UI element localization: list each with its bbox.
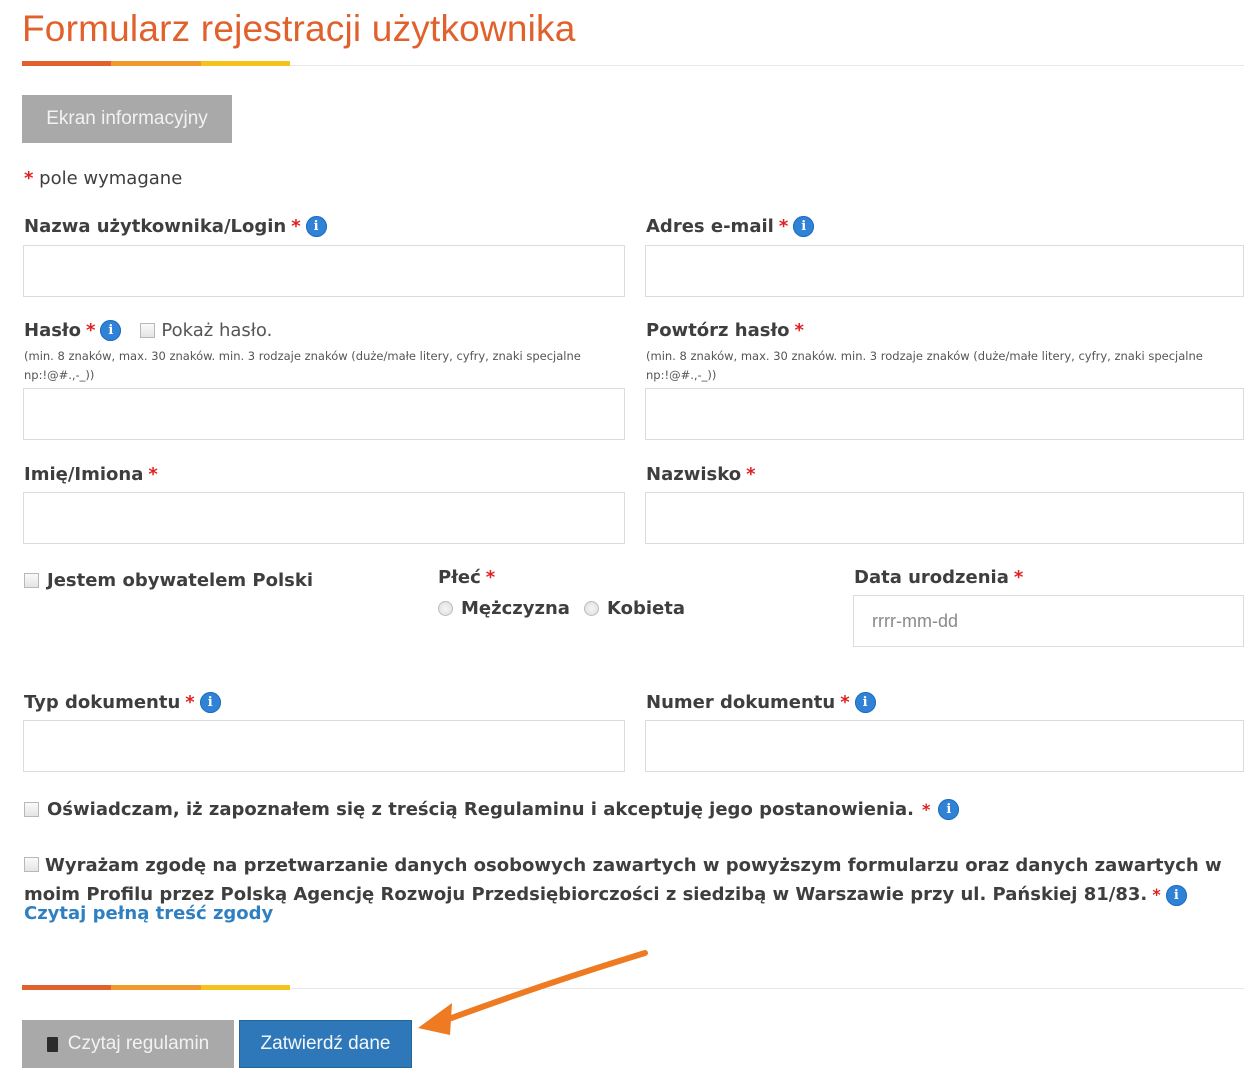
required-star: * <box>185 692 195 713</box>
login-input[interactable] <box>23 245 625 297</box>
gender-label-text: Płeć <box>438 567 481 588</box>
gender-male-label: Mężczyzna <box>461 598 570 619</box>
required-star: * <box>1013 567 1024 588</box>
info-icon[interactable]: i <box>199 692 221 713</box>
gender-female-option[interactable]: Kobieta <box>584 598 685 619</box>
required-star: * <box>778 216 789 237</box>
data-processing-consent-text: Wyrażam zgodę na przetwarzanie danych os… <box>24 855 1222 905</box>
doc-type-label: Typ dokumentu * i <box>24 692 221 713</box>
info-icon[interactable]: i <box>100 320 122 341</box>
required-star: * <box>1152 885 1161 904</box>
password-label-text: Hasło <box>24 320 81 341</box>
info-icon[interactable]: i <box>305 216 327 237</box>
required-note-text: pole wymagane <box>39 168 183 189</box>
password-repeat-label-text: Powtórz hasło <box>646 320 790 341</box>
gender-female-label: Kobieta <box>607 598 686 619</box>
first-name-label: Imię/Imiona * <box>24 464 158 485</box>
citizen-label: Jestem obywatelem Polski <box>47 570 314 591</box>
required-star: * <box>840 692 850 713</box>
email-label-text: Adres e-mail <box>646 216 774 237</box>
info-icon[interactable]: i <box>793 216 815 237</box>
required-star: * <box>794 320 804 341</box>
login-label: Nazwa użytkownika/Login * i <box>24 216 327 237</box>
show-password-toggle[interactable]: Pokaż hasło. <box>140 320 272 341</box>
gender-male-radio[interactable] <box>438 601 453 616</box>
doc-type-label-text: Typ dokumentu <box>24 692 181 713</box>
data-processing-consent[interactable]: Wyrażam zgodę na przetwarzanie danych os… <box>24 851 1224 909</box>
show-password-label: Pokaż hasło. <box>161 320 273 341</box>
birth-date-label-text: Data urodzenia <box>854 567 1009 588</box>
birth-date-label: Data urodzenia * <box>854 567 1023 588</box>
required-star: * <box>291 216 301 237</box>
login-label-text: Nazwa użytkownika/Login <box>24 216 287 237</box>
terms-checkbox[interactable] <box>24 802 39 817</box>
password-label: Hasło * i Pokaż hasło. <box>24 320 272 341</box>
read-full-consent-link[interactable]: Czytaj pełną treść zgody <box>24 903 273 924</box>
required-star: * <box>746 464 756 485</box>
required-star: * <box>148 464 158 485</box>
show-password-checkbox[interactable] <box>140 323 156 338</box>
first-name-input[interactable] <box>23 492 625 544</box>
info-screen-button[interactable]: Ekran informacyjny <box>22 95 232 143</box>
required-star: * <box>24 168 34 189</box>
info-icon[interactable]: i <box>1165 885 1187 906</box>
terms-consent[interactable]: Oświadczam, iż zapoznałem się z treścią … <box>24 799 960 820</box>
birth-date-input[interactable] <box>853 595 1244 647</box>
first-name-label-text: Imię/Imiona <box>24 464 144 485</box>
doc-number-input[interactable] <box>645 720 1244 772</box>
read-terms-button[interactable]: Czytaj regulamin <box>22 1020 234 1068</box>
doc-number-label-text: Numer dokumentu <box>646 692 836 713</box>
password-repeat-input[interactable] <box>645 388 1244 440</box>
gender-label: Płeć * <box>438 567 495 588</box>
password-hint: (min. 8 znaków, max. 30 znaków. min. 3 r… <box>24 349 581 382</box>
gender-male-option[interactable]: Mężczyzna <box>438 598 570 619</box>
read-terms-label: Czytaj regulamin <box>67 1033 210 1054</box>
annotation-arrow-icon <box>418 950 648 1035</box>
password-repeat-label: Powtórz hasło * <box>646 320 804 341</box>
info-icon[interactable]: i <box>854 692 876 713</box>
book-icon <box>46 1036 58 1052</box>
doc-number-label: Numer dokumentu * i <box>646 692 876 713</box>
password-repeat-hint: (min. 8 znaków, max. 30 znaków. min. 3 r… <box>646 349 1203 382</box>
email-label: Adres e-mail * i <box>646 216 815 237</box>
title-accent-bar <box>22 61 290 66</box>
required-note: * pole wymagane <box>24 168 182 189</box>
data-processing-checkbox[interactable] <box>24 857 39 872</box>
required-star: * <box>85 320 96 341</box>
required-star: * <box>921 800 931 819</box>
last-name-label-text: Nazwisko <box>646 464 742 485</box>
email-input[interactable] <box>645 245 1244 297</box>
info-icon[interactable]: i <box>938 799 960 820</box>
bottom-accent-bar <box>22 985 290 990</box>
required-star: * <box>485 567 496 588</box>
last-name-input[interactable] <box>645 492 1244 544</box>
password-input[interactable] <box>23 388 625 440</box>
gender-female-radio[interactable] <box>584 601 599 616</box>
citizen-checkbox[interactable] <box>24 573 39 588</box>
terms-consent-text: Oświadczam, iż zapoznałem się z treścią … <box>47 799 914 820</box>
submit-button[interactable]: Zatwierdź dane <box>239 1020 412 1068</box>
doc-type-input[interactable] <box>23 720 625 772</box>
page-title: Formularz rejestracji użytkownika <box>22 8 576 49</box>
last-name-label: Nazwisko * <box>646 464 755 485</box>
citizen-toggle[interactable]: Jestem obywatelem Polski <box>24 570 313 591</box>
